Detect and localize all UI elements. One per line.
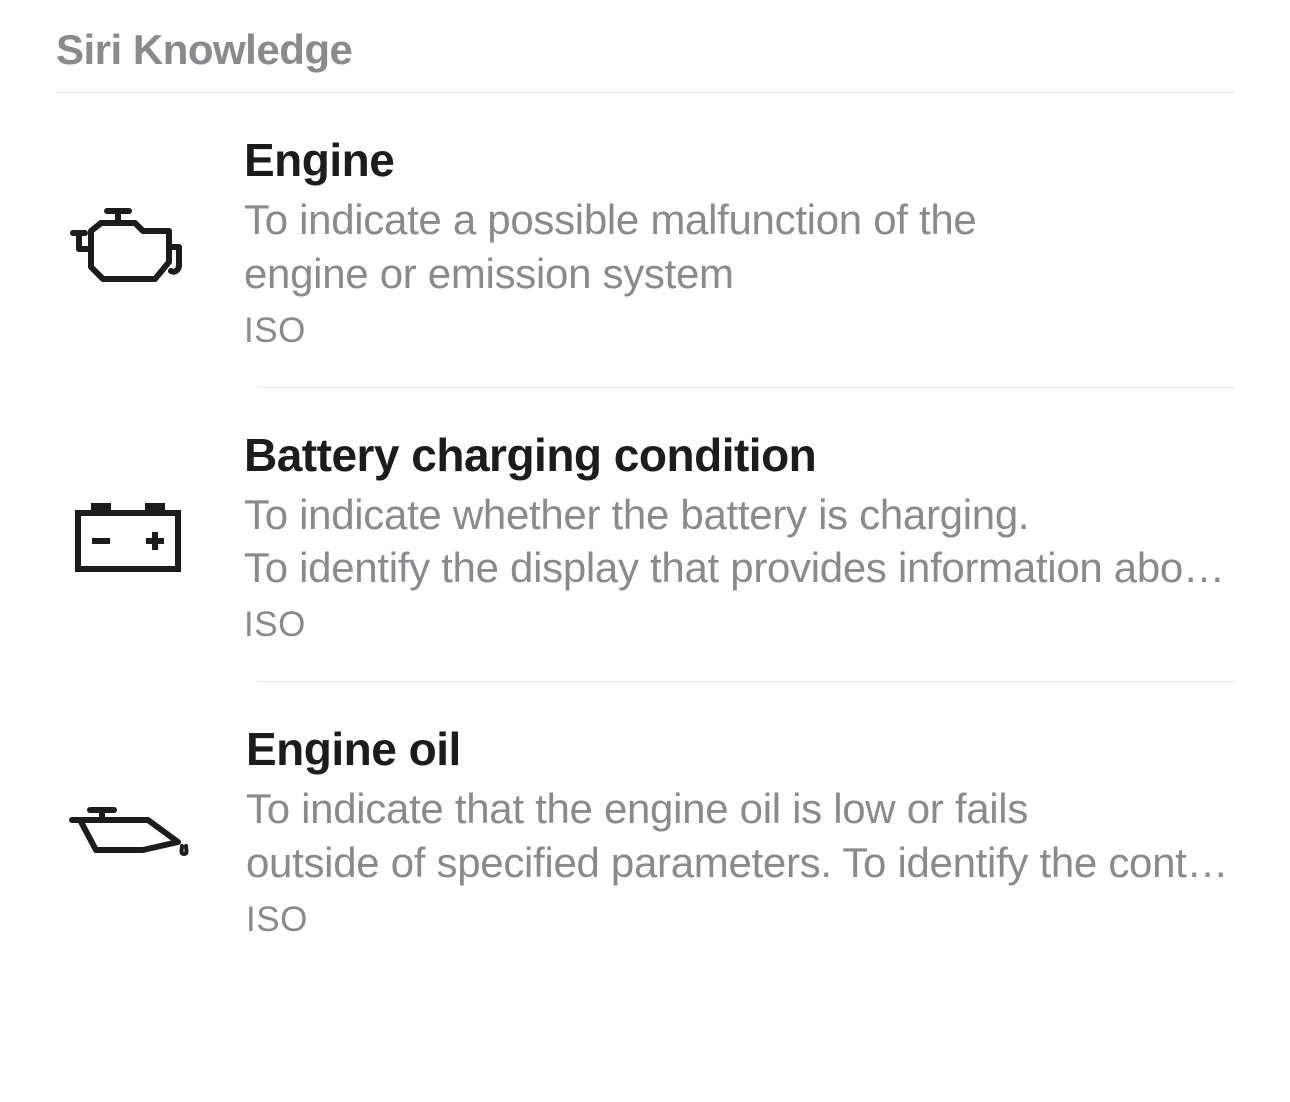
item-text: Engine oil To indicate that the engine o… bbox=[246, 722, 1234, 940]
item-text: Battery charging condition To indicate w… bbox=[244, 428, 1234, 646]
item-description: To indicate that the engine oil is low o… bbox=[246, 782, 1234, 890]
item-description: To indicate a possible malfunction of th… bbox=[244, 193, 1234, 301]
engine-icon bbox=[68, 197, 188, 287]
item-source: ISO bbox=[246, 900, 1234, 940]
list-item[interactable]: Engine oil To indicate that the engine o… bbox=[0, 682, 1290, 976]
list-item[interactable]: Battery charging condition To indicate w… bbox=[0, 388, 1290, 682]
section-title: Siri Knowledge bbox=[0, 0, 1290, 92]
item-title: Battery charging condition bbox=[244, 428, 1234, 482]
list-item[interactable]: Engine To indicate a possible malfunctio… bbox=[0, 93, 1290, 387]
item-title: Engine bbox=[244, 133, 1234, 187]
oil-can-icon bbox=[68, 802, 190, 860]
item-source: ISO bbox=[244, 311, 1234, 351]
item-title: Engine oil bbox=[246, 722, 1234, 776]
item-text: Engine To indicate a possible malfunctio… bbox=[244, 133, 1234, 351]
item-source: ISO bbox=[244, 605, 1234, 645]
battery-icon bbox=[68, 497, 188, 575]
item-description: To indicate whether the battery is charg… bbox=[244, 488, 1234, 596]
